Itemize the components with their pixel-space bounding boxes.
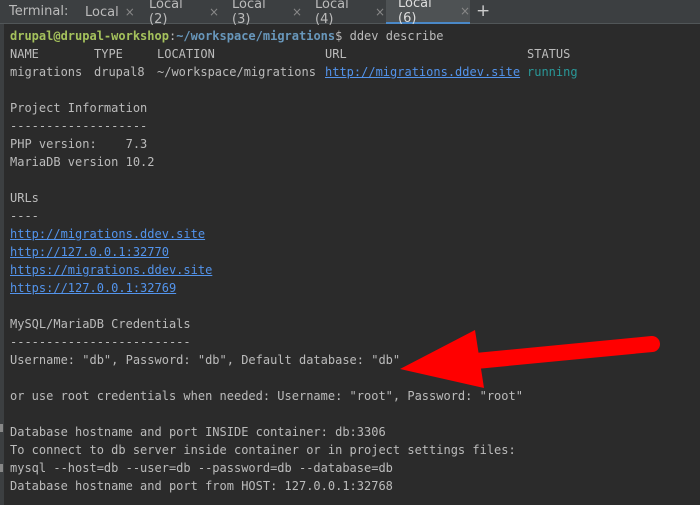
table-header-row: NAME TYPE LOCATION URL STATUS <box>10 45 570 63</box>
project-name: migrations <box>10 65 83 79</box>
url-link[interactable]: http://127.0.0.1:32770 <box>10 245 169 259</box>
tab-label: Local (4) <box>315 0 349 27</box>
close-icon[interactable]: × <box>125 5 135 19</box>
project-location: ~/workspace/migrations <box>157 65 316 79</box>
credentials-title: MySQL/MariaDB Credentials <box>10 317 191 331</box>
project-type: drupal8 <box>94 65 145 79</box>
side-tool-marker[interactable] <box>0 424 3 432</box>
db-host-inside: Database hostname and port INSIDE contai… <box>10 425 386 439</box>
new-tab-button[interactable]: + <box>476 1 490 21</box>
prompt-line: drupal@drupal-workshop:~/workspace/migra… <box>10 27 523 45</box>
db-host-from-host: Database hostname and port from HOST: 12… <box>10 479 393 493</box>
url-link[interactable]: https://127.0.0.1:32769 <box>10 281 176 295</box>
close-icon[interactable]: × <box>292 5 302 19</box>
url-link[interactable]: https://migrations.ddev.site <box>10 263 212 277</box>
side-tool-strip <box>0 24 4 505</box>
command-text: ddev describe <box>349 29 444 43</box>
mysql-command: mysql --host=db --user=db --password=db … <box>10 461 393 475</box>
tab-label: Local (2) <box>149 0 183 27</box>
tab-local-2[interactable]: Local (2) × <box>137 0 219 27</box>
prompt-path: ~/workspace/migrations <box>176 29 336 43</box>
tab-label: Local <box>85 4 119 20</box>
close-icon[interactable]: × <box>375 5 385 19</box>
close-icon[interactable]: × <box>460 4 470 18</box>
side-tool-marker[interactable] <box>0 464 3 472</box>
tab-label: Local (3) <box>232 0 266 27</box>
prompt-user: drupal@drupal-workshop <box>10 29 169 43</box>
urls-rule: ---- <box>10 209 39 223</box>
prompt-symbol: $ <box>335 29 350 43</box>
project-info-rule: ------------------- <box>10 119 148 133</box>
tab-label: Local (6) <box>398 0 432 26</box>
db-credentials: Username: "db", Password: "db", Default … <box>10 353 401 367</box>
mariadb-version: MariaDB version 10.2 <box>10 155 155 169</box>
header-status: STATUS <box>527 47 571 61</box>
urls-title: URLs <box>10 191 39 205</box>
credentials-rule: ------------------------- <box>10 335 191 349</box>
terminal-label: Terminal: <box>9 4 69 19</box>
header-type: TYPE <box>94 47 123 61</box>
tab-local-6[interactable]: Local (6) × <box>386 0 470 26</box>
project-status: running <box>527 65 578 79</box>
header-url: URL <box>325 47 347 61</box>
close-icon[interactable]: × <box>209 5 219 19</box>
terminal-tab-bar: Terminal: Local × Local (2) × Local (3) … <box>0 0 700 27</box>
terminal-output[interactable]: drupal@drupal-workshop:~/workspace/migra… <box>10 27 578 495</box>
url-link[interactable]: http://migrations.ddev.site <box>10 227 205 241</box>
table-row: migrations drupal8 ~/workspace/migration… <box>10 63 578 81</box>
tab-local-4[interactable]: Local (4) × <box>303 0 385 27</box>
connect-instructions: To connect to db server inside container… <box>10 443 516 457</box>
root-credentials: or use root credentials when needed: Use… <box>10 389 523 403</box>
tab-local[interactable]: Local × <box>74 0 136 24</box>
header-location: LOCATION <box>157 47 215 61</box>
project-info-title: Project Information <box>10 101 148 115</box>
php-version: PHP version: 7.3 <box>10 137 148 151</box>
project-url-link[interactable]: http://migrations.ddev.site <box>325 63 520 81</box>
header-name: NAME <box>10 47 39 61</box>
tab-local-3[interactable]: Local (3) × <box>220 0 302 27</box>
